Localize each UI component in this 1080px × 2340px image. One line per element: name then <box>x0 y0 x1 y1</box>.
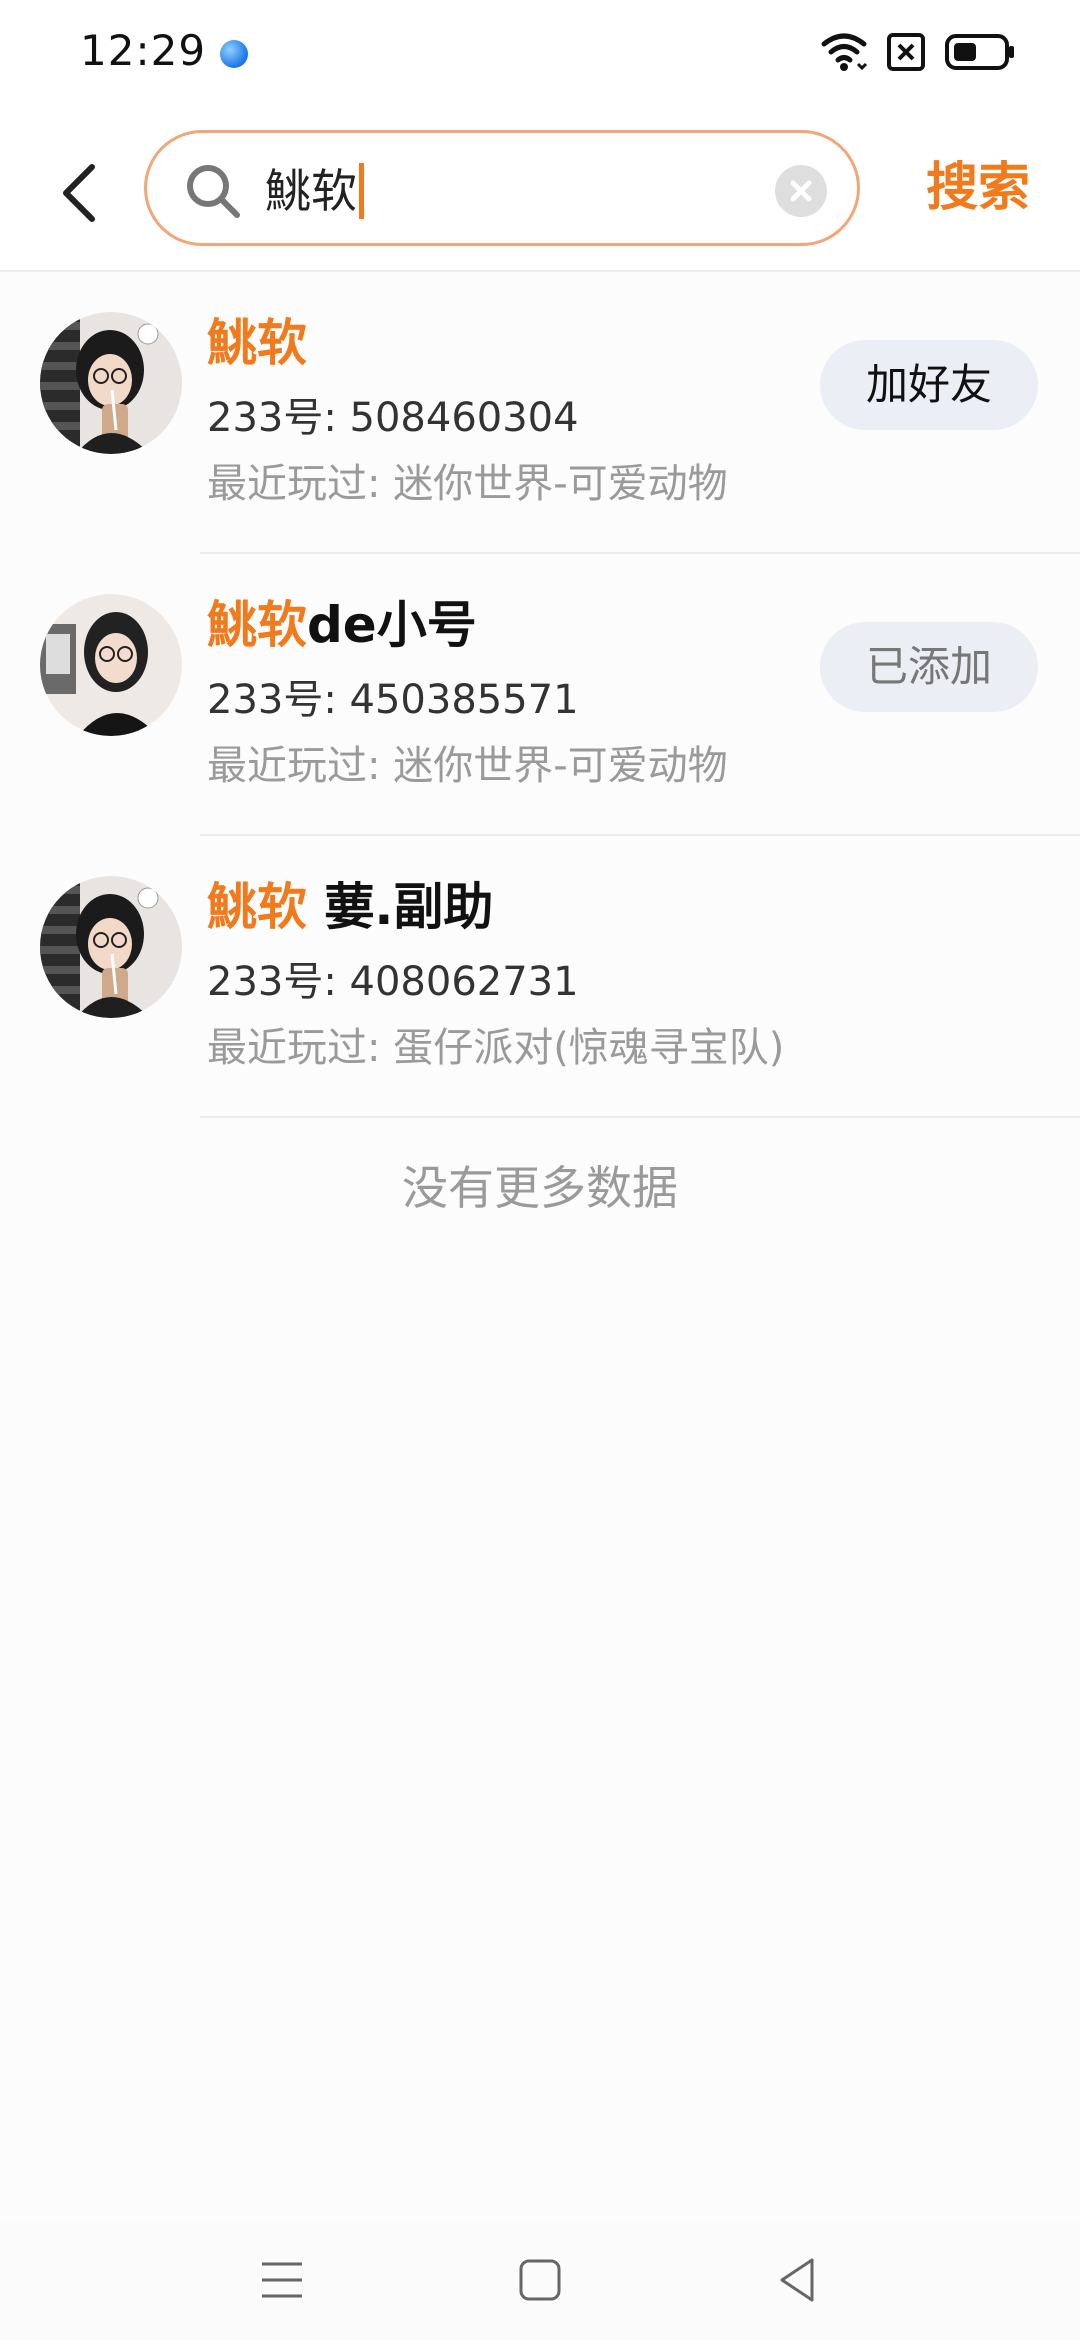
list-item[interactable]: 鮡软de小号 233号: 450385571 最近玩过: 迷你世界-可爱动物 已… <box>0 554 1080 836</box>
wifi-icon <box>821 33 868 71</box>
menu-icon[interactable] <box>252 2250 312 2310</box>
name-highlight: 鮡软 <box>207 314 307 372</box>
user-name: 鮡软de小号 <box>207 590 477 660</box>
user-name: 鮡软 葽.副助 <box>207 872 493 942</box>
add-friend-button[interactable]: 加好友 <box>820 340 1038 430</box>
search-input[interactable]: 鮡软 <box>265 153 364 229</box>
result-list: 鮡软 233号: 508460304 最近玩过: 迷你世界-可爱动物 加好友 鮡… <box>0 272 1080 1118</box>
battery-icon <box>945 34 1014 70</box>
list-item[interactable]: 鮡软 233号: 508460304 最近玩过: 迷你世界-可爱动物 加好友 <box>0 272 1080 554</box>
app-notification-icon <box>220 40 248 68</box>
no-more-data-text: 没有更多数据 <box>402 1161 678 1215</box>
status-time: 12:29 <box>80 26 207 75</box>
avatar-image <box>40 594 182 736</box>
status-icons <box>820 30 1040 78</box>
name-rest: 葽.副助 <box>307 878 494 936</box>
user-id: 233号: 450385571 <box>207 677 579 723</box>
text-caret <box>359 162 364 219</box>
avatar[interactable] <box>40 876 182 1018</box>
name-rest: de小号 <box>307 596 477 654</box>
clear-icon <box>790 180 812 202</box>
divider <box>200 1116 1080 1118</box>
user-id: 233号: 408062731 <box>207 959 579 1005</box>
user-id: 233号: 508460304 <box>207 395 579 441</box>
search-icon <box>187 165 240 218</box>
recent-played: 最近玩过: 迷你世界-可爱动物 <box>207 743 728 789</box>
list-item[interactable]: 鮡软 葽.副助 233号: 408062731 最近玩过: 蛋仔派对(惊魂寻宝队… <box>0 836 1080 1118</box>
status-bar: 12:29 <box>0 0 1080 108</box>
search-box[interactable]: 鮡软 <box>144 130 860 246</box>
back-triangle-icon[interactable] <box>768 2250 828 2310</box>
recent-played: 最近玩过: 迷你世界-可爱动物 <box>207 461 728 507</box>
system-nav-bar <box>0 2220 1080 2340</box>
avatar-image <box>40 312 182 454</box>
search-header: 鮡软 搜索 <box>0 108 1080 272</box>
avatar-image <box>40 876 182 1018</box>
added-button[interactable]: 已添加 <box>820 622 1038 712</box>
search-button[interactable]: 搜索 <box>926 152 1030 224</box>
name-highlight: 鮡软 <box>207 596 307 654</box>
back-button[interactable] <box>50 153 110 233</box>
avatar[interactable] <box>40 594 182 736</box>
avatar[interactable] <box>40 312 182 454</box>
sim-off-icon <box>887 33 925 71</box>
name-highlight: 鮡软 <box>207 878 307 936</box>
back-arrow-icon <box>63 164 95 222</box>
clear-button[interactable] <box>775 165 827 217</box>
search-input-text: 鮡软 <box>265 164 357 218</box>
user-name: 鮡软 <box>207 308 307 378</box>
recent-played: 最近玩过: 蛋仔派对(惊魂寻宝队) <box>207 1025 785 1071</box>
home-icon[interactable] <box>510 2250 570 2310</box>
